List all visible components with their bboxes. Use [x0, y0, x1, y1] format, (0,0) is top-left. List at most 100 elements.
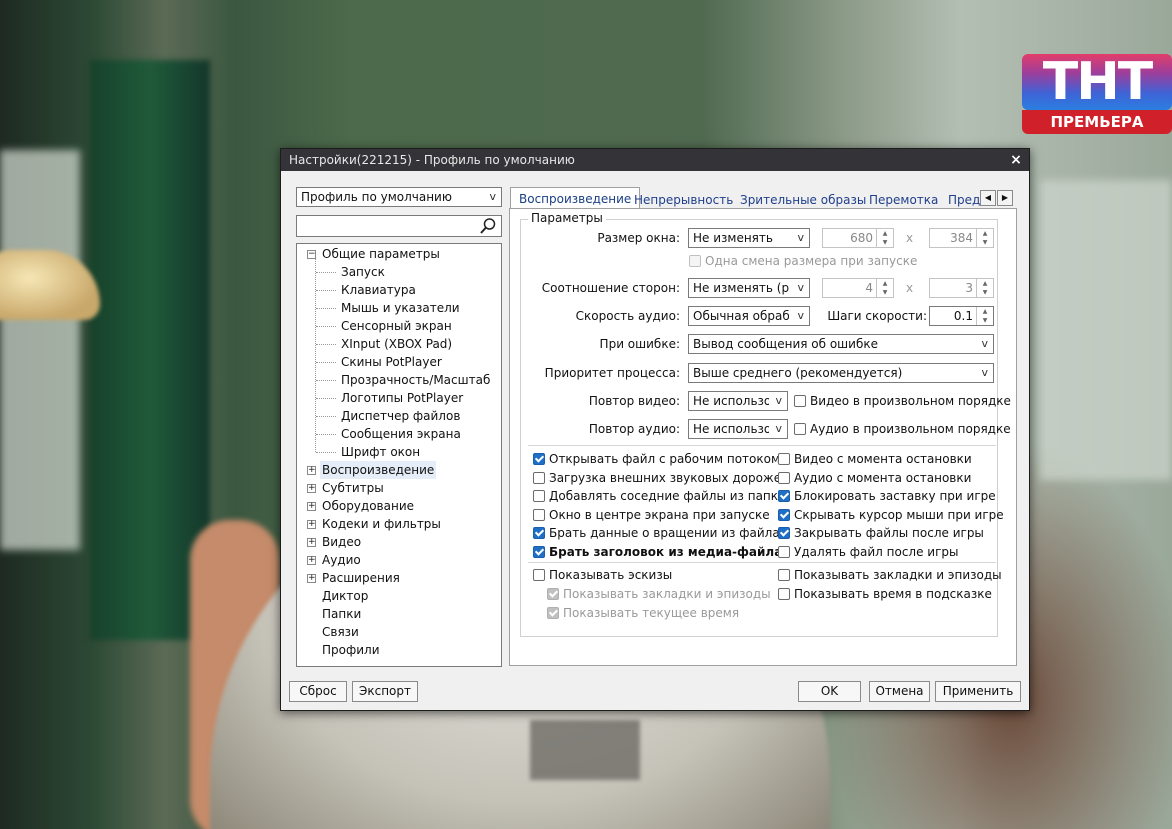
tree-item[interactable]: Скины PotPlayer: [339, 353, 444, 371]
cancel-button[interactable]: Отмена: [869, 681, 930, 702]
chevron-down-icon: v: [797, 231, 804, 244]
tree-item[interactable]: Видео: [320, 533, 363, 551]
channel-logo-letters: ТНТ: [1022, 54, 1172, 110]
tree-item[interactable]: Воспроизведение: [320, 461, 437, 479]
checkbox-box: [547, 607, 559, 619]
export-button[interactable]: Экспорт: [352, 681, 418, 702]
playback-panel: Параметры Размер окна: Не изменять v 680 …: [509, 208, 1017, 666]
tree-item[interactable]: Профили: [320, 641, 382, 659]
tree-item[interactable]: Диктор: [320, 587, 370, 605]
window-width-spinner[interactable]: 680 ▲ ▼: [822, 228, 894, 248]
tree-item[interactable]: Шрифт окон: [339, 443, 422, 461]
chevron-down-icon: v: [797, 281, 804, 294]
priority-select[interactable]: Выше среднего (рекомендуется) v: [688, 363, 994, 383]
tree-item[interactable]: Связи: [320, 623, 361, 641]
expand-icon[interactable]: +: [307, 556, 316, 565]
window-height-spinner[interactable]: 384 ▲ ▼: [929, 228, 994, 248]
spinner-buttons[interactable]: ▲ ▼: [876, 279, 893, 297]
reset-button[interactable]: Сброс: [289, 681, 347, 702]
tree-item-label: Шрифт окон: [341, 445, 421, 459]
expand-icon[interactable]: +: [307, 484, 316, 493]
apply-button[interactable]: Применить: [935, 681, 1021, 702]
aspect-a-value: 4: [865, 281, 873, 295]
speed-step-value: 0.1: [953, 309, 973, 323]
tree-item[interactable]: Сенсорный экран: [339, 317, 454, 335]
checkbox-label: Показывать эскизы: [549, 568, 673, 582]
aspect-select[interactable]: Не изменять (рек v: [688, 278, 810, 298]
window-size-select[interactable]: Не изменять v: [688, 228, 810, 248]
tab-scroll-left-icon[interactable]: ◀: [980, 190, 996, 206]
tab-scroll-right-icon[interactable]: ▶: [997, 190, 1013, 206]
tab-list: Воспроизведение Непрерывность Зрительные…: [510, 187, 980, 209]
settings-dialog: Настройки(221215) - Профиль по умолчанию…: [280, 148, 1030, 711]
tree-item[interactable]: Диспетчер файлов: [339, 407, 462, 425]
tree-item[interactable]: Логотипы PotPlayer: [339, 389, 465, 407]
tree-item[interactable]: Прозрачность/Масштаб: [339, 371, 492, 389]
search-input[interactable]: [296, 215, 502, 237]
repeat-audio-select[interactable]: Не использо v: [688, 419, 788, 439]
expand-icon[interactable]: +: [307, 520, 316, 529]
checkbox-box: [533, 490, 545, 503]
tab-visualizations[interactable]: Зрительные образы: [740, 191, 866, 209]
dialog-titlebar[interactable]: Настройки(221215) - Профиль по умолчанию…: [281, 149, 1029, 171]
chevron-down-icon: v: [797, 309, 804, 322]
times-sign: x: [906, 231, 914, 245]
tree-connector: [316, 326, 336, 327]
checkbox-box: [778, 527, 790, 540]
window-width-value: 680: [850, 231, 873, 245]
on-error-value: Вывод сообщения об ошибке: [693, 337, 878, 351]
separator: [528, 562, 996, 563]
tree-connector: [316, 362, 336, 363]
expand-icon[interactable]: +: [307, 574, 316, 583]
aspect-a-spinner[interactable]: 4 ▲ ▼: [822, 278, 894, 298]
checkbox-label: Одна смена размера при запуске: [705, 254, 918, 268]
tree-item[interactable]: Кодеки и фильтры: [320, 515, 443, 533]
channel-logo: ТНТ ПРЕМЬЕРА: [1022, 54, 1172, 134]
tree-connector: [316, 290, 336, 291]
settings-tree[interactable]: Общие параметры − Запуск Клавиатура Мышь и у…: [296, 243, 502, 667]
ok-button[interactable]: OK: [798, 681, 861, 702]
tab-playback[interactable]: Воспроизведение: [510, 187, 641, 209]
audio-speed-select[interactable]: Обычная обрабс v: [688, 306, 810, 326]
chevron-down-icon: v: [775, 394, 782, 407]
tree-item[interactable]: Папки: [320, 605, 363, 623]
tree-item[interactable]: Оборудование: [320, 497, 416, 515]
tree-item[interactable]: XInput (XBOX Pad): [339, 335, 454, 353]
close-icon[interactable]: ×: [1009, 149, 1023, 171]
tree-item-label: Воспроизведение: [322, 463, 435, 477]
tab-seek[interactable]: Перемотка: [869, 191, 938, 209]
spinner-buttons[interactable]: ▲ ▼: [976, 279, 993, 297]
profile-select[interactable]: Профиль по умолчанию v: [296, 187, 502, 207]
tree-item-label: Папки: [322, 607, 362, 621]
collapse-icon[interactable]: −: [307, 250, 316, 259]
tree-connector: [316, 308, 336, 309]
dialog-title: Настройки(221215) - Профиль по умолчанию: [289, 153, 575, 167]
tree-item[interactable]: Клавиатура: [339, 281, 418, 299]
tab-continuity[interactable]: Непрерывность: [634, 191, 733, 209]
tree-item[interactable]: Мышь и указатели: [339, 299, 462, 317]
expand-icon[interactable]: +: [307, 538, 316, 547]
tree-item[interactable]: Аудио: [320, 551, 363, 569]
search-icon[interactable]: [479, 217, 497, 235]
tree-item[interactable]: Запуск: [339, 263, 387, 281]
tree-item-label: Связи: [322, 625, 359, 639]
repeat-video-select[interactable]: Не использо v: [688, 391, 788, 411]
spinner-buttons[interactable]: ▲ ▼: [976, 229, 993, 247]
spinner-buttons[interactable]: ▲ ▼: [976, 307, 993, 325]
tree-item[interactable]: Общие параметры: [320, 245, 442, 263]
on-error-select[interactable]: Вывод сообщения об ошибке v: [688, 334, 994, 354]
speed-step-spinner[interactable]: 0.1 ▲ ▼: [929, 306, 994, 326]
tree-item-label: Логотипы PotPlayer: [341, 391, 464, 405]
tree-item[interactable]: Субтитры: [320, 479, 386, 497]
expand-icon[interactable]: +: [307, 466, 316, 475]
aspect-label: Соотношение сторон:: [541, 281, 680, 295]
tree-connector: [316, 416, 336, 417]
aspect-b-spinner[interactable]: 3 ▲ ▼: [929, 278, 994, 298]
channel-logo-subtitle: ПРЕМЬЕРА: [1022, 110, 1172, 134]
repeat-audio-value: Не использо: [693, 422, 769, 436]
tree-item[interactable]: Сообщения экрана: [339, 425, 463, 443]
spinner-buttons[interactable]: ▲ ▼: [876, 229, 893, 247]
expand-icon[interactable]: +: [307, 502, 316, 511]
tree-item[interactable]: Расширения: [320, 569, 402, 587]
tab-more[interactable]: Пред: [948, 191, 980, 209]
